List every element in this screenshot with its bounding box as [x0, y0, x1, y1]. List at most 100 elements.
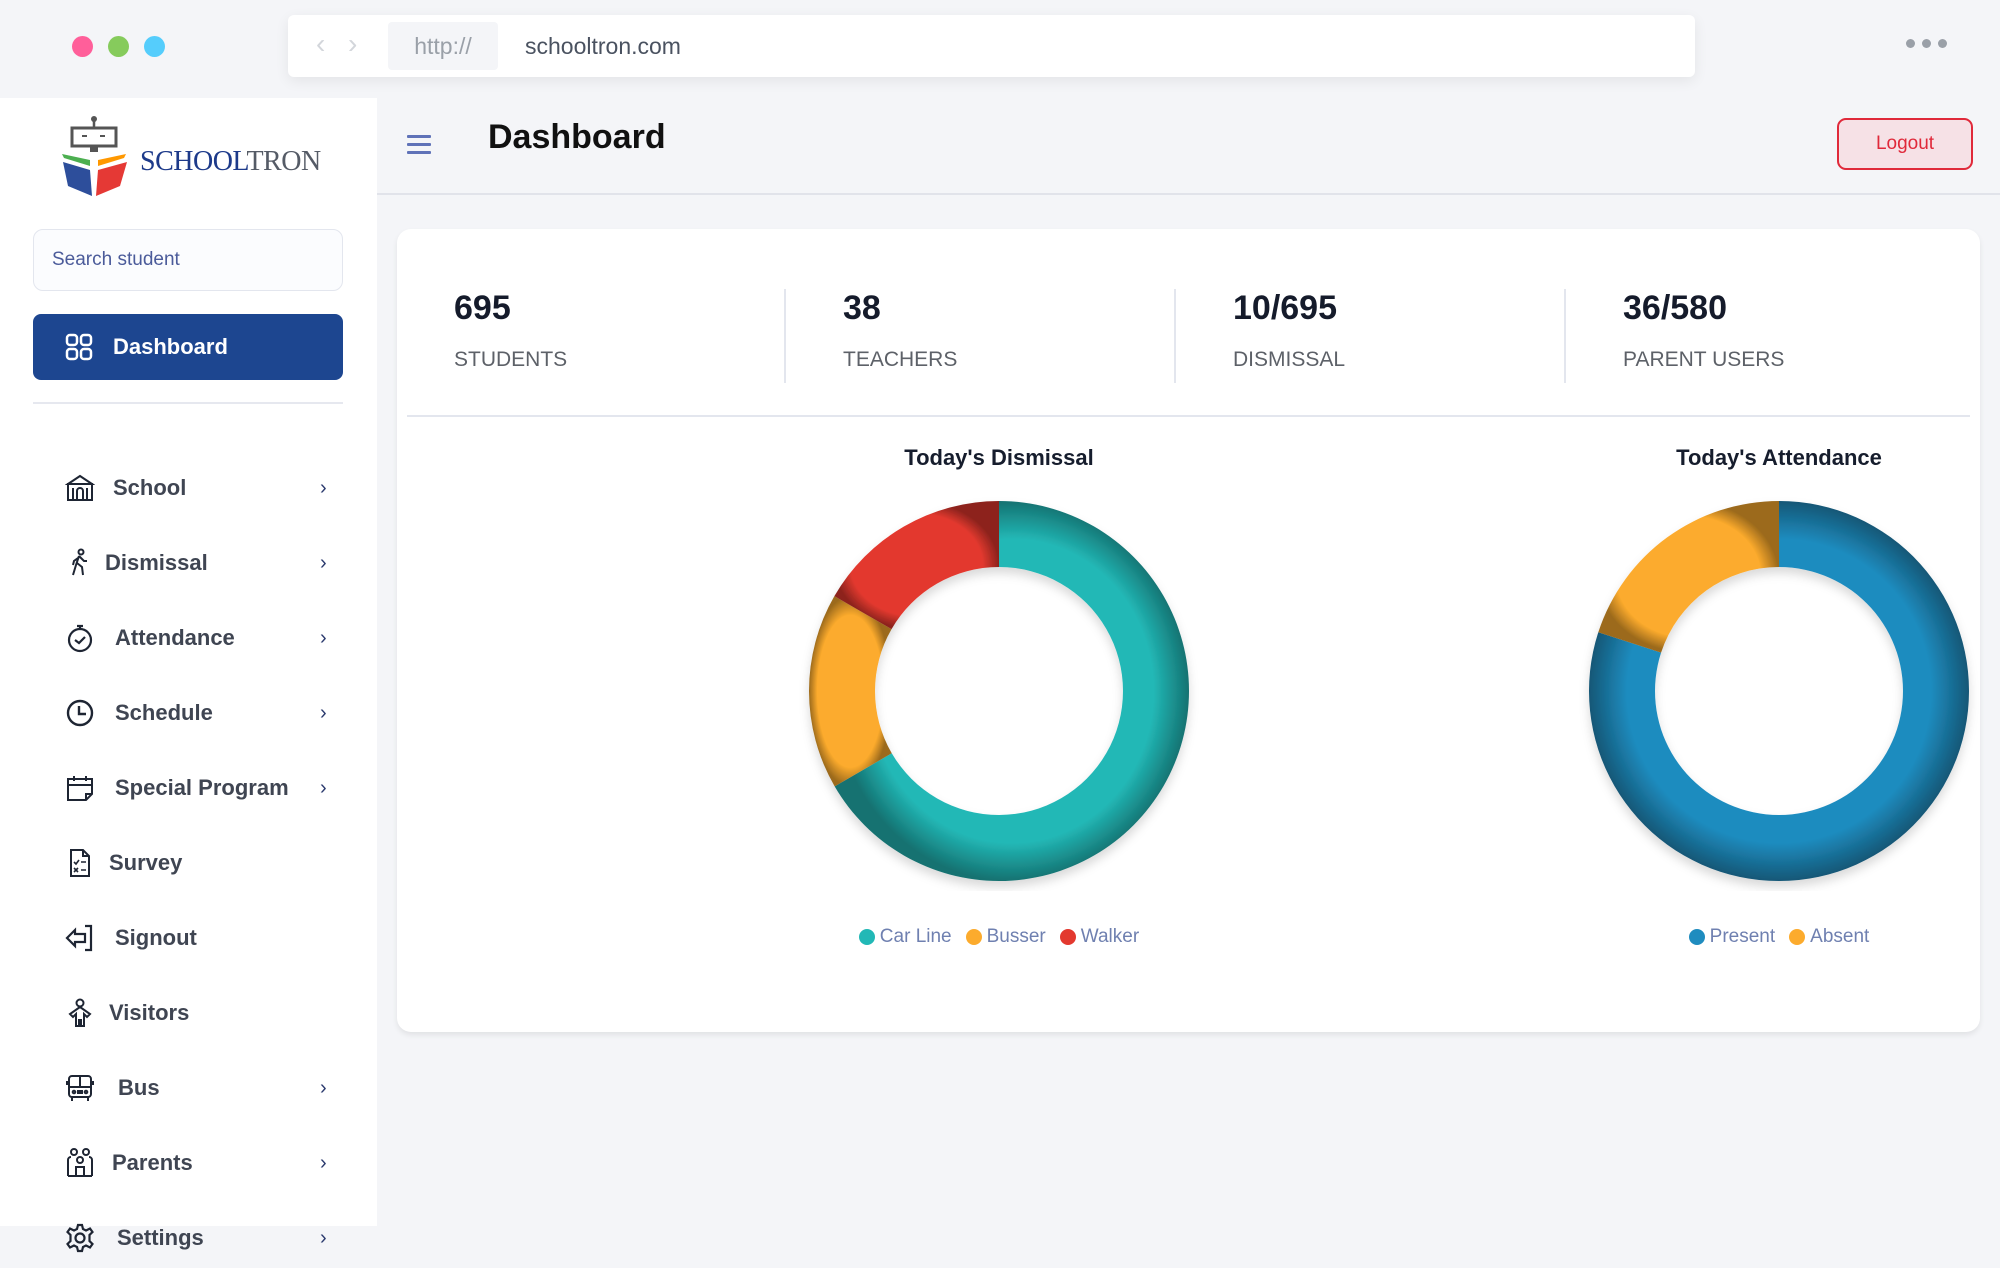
chart-title-attendance: Today's Attendance: [1676, 445, 1882, 470]
sidebar-item-label: Parents: [112, 1150, 193, 1175]
dismissal-donut-chart: [809, 501, 1189, 881]
legend-item-car-line[interactable]: Car Line: [858, 926, 952, 948]
sidebar-divider: [33, 402, 343, 404]
address-bar[interactable]: ‹ › http:// schooltron.com: [288, 15, 1695, 77]
logout-button[interactable]: Logout: [1837, 118, 1973, 170]
stat-divider: [1564, 289, 1566, 383]
sidebar-item-label: Bus: [118, 1075, 160, 1100]
legend-swatch: [1688, 929, 1705, 945]
legend-swatch: [1789, 929, 1806, 945]
url-text[interactable]: schooltron.com: [525, 15, 681, 77]
stat-value: 10/695: [1233, 289, 1337, 327]
visitor-person-icon: [64, 997, 96, 1029]
logo-text-school: SCHOOL: [140, 146, 247, 177]
sidebar-item-attendance[interactable]: Attendance ›: [0, 608, 377, 668]
sidebar-item-label: Dashboard: [113, 334, 228, 359]
sidebar-item-label: Survey: [109, 850, 183, 875]
chevron-right-icon: ›: [320, 1226, 327, 1249]
sidebar-item-signout[interactable]: Signout: [0, 908, 377, 968]
stat-label: TEACHERS: [843, 348, 958, 371]
hamburger-menu-icon[interactable]: [407, 135, 431, 159]
dismissal-legend: Car Line Busser Walker: [799, 926, 1199, 948]
legend-item-present[interactable]: Present: [1688, 926, 1776, 948]
maximize-window-dot[interactable]: [144, 36, 165, 57]
chevron-right-icon: ›: [320, 626, 327, 649]
sidebar-item-label: Visitors: [109, 1000, 190, 1025]
logo-text-tron: TRON: [246, 146, 321, 177]
legend-label: Busser: [986, 926, 1046, 947]
close-window-dot[interactable]: [72, 36, 93, 57]
clock-icon: [64, 697, 96, 729]
legend-label: Absent: [1810, 926, 1870, 947]
stat-teachers: 38 TEACHERS: [843, 289, 957, 372]
sidebar-item-label: Special Program: [115, 775, 289, 800]
sidebar-item-parents[interactable]: Parents ›: [0, 1133, 377, 1193]
signout-arrow-icon: [64, 922, 96, 954]
checklist-document-icon: [64, 847, 96, 879]
top-header: Dashboard Logout: [377, 98, 2000, 195]
sidebar-item-label: Attendance: [115, 625, 235, 650]
legend-item-absent[interactable]: Absent: [1789, 926, 1869, 948]
stat-label: PARENT USERS: [1623, 348, 1785, 371]
sidebar-item-label: Dismissal: [105, 550, 208, 575]
legend-item-busser[interactable]: Busser: [965, 926, 1046, 948]
school-building-icon: [64, 472, 96, 504]
stopwatch-check-icon: [64, 622, 96, 654]
chart-title-dismissal: Today's Dismissal: [904, 445, 1094, 470]
attendance-legend: Present Absent: [1579, 926, 1979, 948]
sidebar-item-bus[interactable]: Bus ›: [0, 1058, 377, 1118]
chevron-right-icon: ›: [320, 1076, 327, 1099]
sidebar-item-dismissal[interactable]: Dismissal ›: [0, 533, 377, 593]
stats-divider: [407, 415, 1970, 417]
donut-slice-walker[interactable]: [834, 501, 999, 630]
logo-wordmark: SCHOOLTRON: [140, 146, 321, 178]
legend-swatch: [858, 929, 875, 945]
sidebar-item-label: Signout: [115, 925, 197, 950]
stat-dismissal: 10/695 DISMISSAL: [1233, 289, 1345, 372]
more-options-icon[interactable]: [1906, 39, 1947, 48]
walking-person-icon: [64, 547, 96, 579]
sidebar: SCHOOLTRON Dashboard School › Dismissal …: [0, 98, 377, 1253]
sidebar-item-dashboard[interactable]: Dashboard: [33, 314, 343, 380]
bus-icon: [64, 1072, 96, 1104]
dashboard-card: 695 STUDENTS 38 TEACHERS 10/695 DISMISSA…: [397, 229, 1980, 1032]
sidebar-item-settings[interactable]: Settings ›: [0, 1208, 377, 1268]
donut-slice-busser[interactable]: [809, 596, 892, 787]
stat-value: 695: [454, 289, 511, 327]
forward-arrow-icon[interactable]: ›: [348, 29, 357, 59]
url-protocol: http://: [388, 22, 498, 70]
chevron-right-icon: ›: [320, 701, 327, 724]
sidebar-item-survey[interactable]: Survey: [0, 833, 377, 893]
stat-divider: [784, 289, 786, 383]
logo-mark-icon: [62, 116, 127, 196]
chevron-right-icon: ›: [320, 776, 327, 799]
sidebar-item-label: School: [113, 475, 187, 500]
sidebar-item-label: Settings: [117, 1225, 204, 1250]
chevron-right-icon: ›: [320, 1151, 327, 1174]
sidebar-item-school[interactable]: School ›: [0, 458, 377, 518]
sidebar-item-label: Schedule: [115, 700, 213, 725]
grid-icon: [65, 333, 93, 361]
legend-label: Present: [1709, 926, 1776, 947]
calendar-icon: [64, 772, 96, 804]
sidebar-item-special-program[interactable]: Special Program ›: [0, 758, 377, 818]
sidebar-item-visitors[interactable]: Visitors: [0, 983, 377, 1043]
chevron-right-icon: ›: [320, 551, 327, 574]
legend-item-walker[interactable]: Walker: [1059, 926, 1140, 948]
stat-label: DISMISSAL: [1233, 348, 1346, 371]
stat-value: 36/580: [1623, 289, 1727, 327]
gear-icon: [64, 1222, 96, 1254]
back-arrow-icon[interactable]: ‹: [316, 29, 325, 59]
legend-label: Walker: [1080, 926, 1140, 947]
sidebar-item-schedule[interactable]: Schedule ›: [0, 683, 377, 743]
page-title: Dashboard: [488, 118, 666, 156]
stat-divider: [1174, 289, 1176, 383]
attendance-donut-chart: [1589, 501, 1969, 881]
schooltron-logo[interactable]: SCHOOLTRON: [60, 116, 340, 196]
minimize-window-dot[interactable]: [108, 36, 129, 57]
legend-swatch: [1059, 929, 1076, 945]
donut-slice-absent[interactable]: [1598, 501, 1779, 653]
stat-parent-users: 36/580 PARENT USERS: [1623, 289, 1784, 372]
stat-students: 695 STUDENTS: [454, 289, 567, 372]
search-student-input[interactable]: [33, 229, 343, 291]
